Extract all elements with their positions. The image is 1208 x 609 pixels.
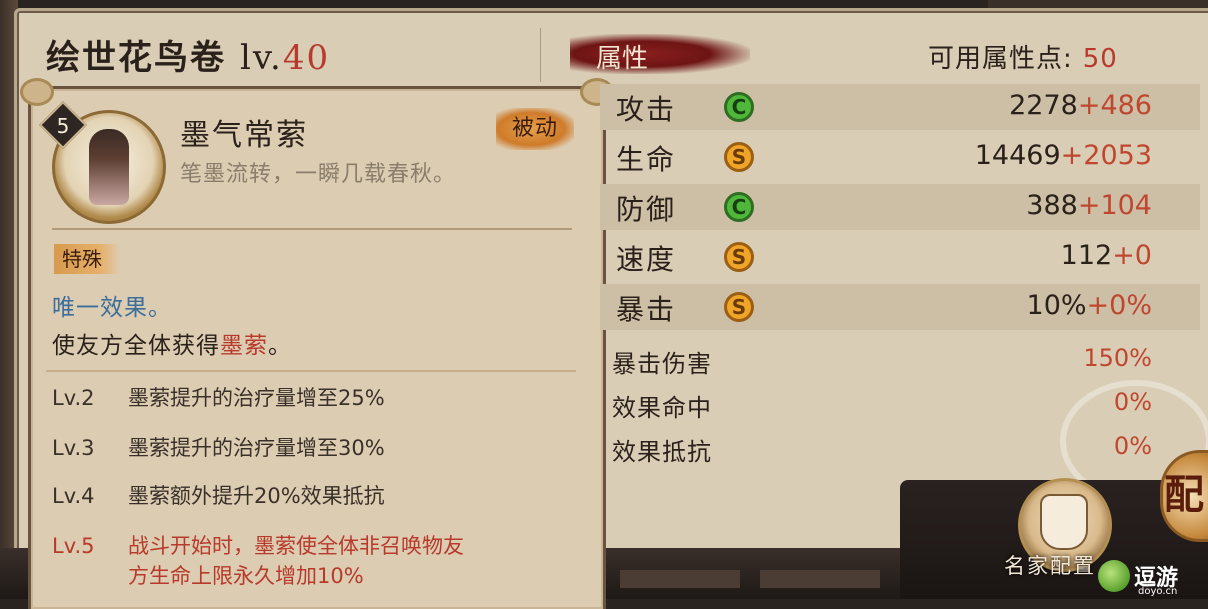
sub-stat-value: 150% <box>1083 344 1152 372</box>
config-button-label: 配 <box>1164 472 1204 518</box>
shikigami-skin-name: 绘世花鸟卷 <box>46 38 226 78</box>
effect-text: 使友方全体获得墨萦。 <box>52 326 292 360</box>
sub-stat-name: 效果抵抗 <box>612 438 712 466</box>
header-divider <box>540 28 541 82</box>
green-rank-icon: C <box>724 92 754 122</box>
level-text-continued: 方生命上限永久增加10% <box>128 564 364 588</box>
level-text: 墨萦额外提升20%效果抵抗 <box>128 484 385 508</box>
stat-name: 攻击 <box>616 93 677 126</box>
orange-rank-icon: S <box>724 292 754 322</box>
famous-config-label: 名家配置 <box>1004 554 1096 578</box>
level-prefix: lv. <box>240 38 283 78</box>
green-rank-icon: C <box>724 192 754 222</box>
stat-bonus: +104 <box>1077 190 1152 221</box>
rank-letter: S <box>731 245 747 269</box>
level-row: Lv.3 墨萦提升的治疗量增至30% <box>52 432 385 462</box>
skill-description: 笔墨流转，一瞬几载春秋。 <box>180 162 457 187</box>
stat-value: 14469+2053 <box>975 140 1152 171</box>
skill-level-number: 5 <box>56 114 70 138</box>
stat-base: 14469 <box>974 140 1061 171</box>
bottom-stripe <box>620 570 740 588</box>
sub-stat-name: 暴击伤害 <box>612 350 712 378</box>
stat-value: 388+104 <box>1026 190 1152 221</box>
skill-name: 墨气常萦 <box>180 118 308 153</box>
stat-row-speed: 速度 S 112+0 <box>600 234 1200 280</box>
fox-mask-icon <box>1040 494 1088 550</box>
level-label: Lv.4 <box>52 484 95 508</box>
available-points: 可用属性点: 50 <box>928 38 1118 75</box>
level-row: Lv.2 墨萦提升的治疗量增至25% <box>52 382 385 412</box>
rank-letter: S <box>731 145 747 169</box>
stat-base: 2278 <box>1009 90 1078 121</box>
stat-bonus: +2053 <box>1060 140 1152 171</box>
unique-effect-text: 唯一效果。 <box>52 295 172 321</box>
level-text: 墨萦提升的治疗量增至25% <box>128 386 385 410</box>
stat-row-hp: 生命 S 14469+2053 <box>600 134 1200 180</box>
page-title: 绘世花鸟卷 lv.40 <box>46 30 330 80</box>
sub-stat-name: 效果命中 <box>612 394 712 422</box>
card-divider <box>52 228 572 230</box>
stat-value: 10%+0% <box>1027 290 1152 321</box>
sub-stat-crit-damage: 暴击伤害 150% <box>600 340 1160 380</box>
available-points-value: 50 <box>1082 44 1118 74</box>
stat-base: 112 <box>1060 240 1113 271</box>
level-label: Lv.3 <box>52 436 95 460</box>
level-text: 战斗开始时，墨萦使全体非召唤物友 <box>128 534 464 558</box>
passive-tag: 被动 <box>496 108 574 150</box>
special-tag: 特殊 <box>54 244 120 274</box>
rank-letter: C <box>731 95 747 119</box>
stat-bonus: +0% <box>1086 290 1152 321</box>
rank-letter: S <box>731 295 747 319</box>
level-row: Lv.5 战斗开始时，墨萦使全体非召唤物友 <box>52 530 464 560</box>
stat-row-crit: 暴击 S 10%+0% <box>600 284 1200 330</box>
effect-suffix: 。 <box>268 333 292 359</box>
stat-value: 2278+486 <box>1009 90 1152 121</box>
stat-base: 10% <box>1026 290 1087 321</box>
stat-name: 速度 <box>616 243 677 276</box>
attribute-header: 属性 <box>596 44 649 74</box>
stat-bonus: +486 <box>1077 90 1152 121</box>
level-label: Lv.2 <box>52 386 95 410</box>
orange-rank-icon: S <box>724 142 754 172</box>
stat-row-attack: 攻击 C 2278+486 <box>600 84 1200 130</box>
watermark-subtext: doyo.cn <box>1138 586 1178 597</box>
stat-row-defense: 防御 C 388+104 <box>600 184 1200 230</box>
stat-name: 生命 <box>616 143 677 176</box>
rank-letter: C <box>731 195 747 219</box>
level-label: Lv.5 <box>52 534 95 558</box>
card-ornament-left <box>20 78 54 106</box>
card-divider-2 <box>46 370 576 372</box>
level-row: Lv.4 墨萦额外提升20%效果抵抗 <box>52 480 385 510</box>
watermark-logo-icon <box>1098 560 1130 592</box>
level-number: 40 <box>282 38 331 78</box>
effect-prefix: 使友方全体获得 <box>52 333 220 359</box>
stat-name: 防御 <box>616 193 677 226</box>
character-figure-icon <box>89 129 129 205</box>
level-text: 墨萦提升的治疗量增至30% <box>128 436 385 460</box>
orange-rank-icon: S <box>724 242 754 272</box>
stat-bonus: +0 <box>1112 240 1152 271</box>
stat-base: 388 <box>1026 190 1078 221</box>
stat-value: 112+0 <box>1061 240 1152 271</box>
available-points-label: 可用属性点: <box>928 44 1073 74</box>
effect-keyword[interactable]: 墨萦 <box>220 333 268 359</box>
bottom-stripe <box>760 570 880 588</box>
stat-name: 暴击 <box>616 293 677 326</box>
